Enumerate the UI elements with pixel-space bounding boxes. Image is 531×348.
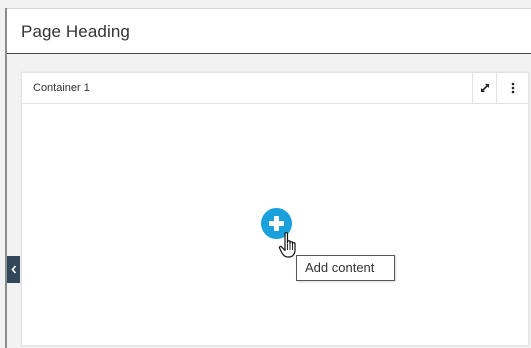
plus-circle-icon: [269, 216, 284, 231]
add-content-button[interactable]: [261, 208, 292, 239]
app-frame: Page Heading Container 1 Add content: [0, 0, 531, 348]
chevron-left-icon: [10, 265, 16, 274]
expand-arrows-icon: [480, 84, 489, 92]
vertical-ellipsis-icon: [511, 82, 514, 94]
page-header: Page Heading: [7, 8, 531, 54]
sidebar-toggle-button[interactable]: [7, 256, 20, 283]
container-header: Container 1: [22, 73, 528, 104]
frame-left-border: [5, 8, 7, 348]
page-title: Page Heading: [21, 22, 130, 41]
more-options-button[interactable]: [496, 73, 528, 103]
expand-button[interactable]: [472, 73, 496, 103]
add-content-tooltip: Add content: [296, 255, 395, 281]
container-title: Container 1: [33, 82, 90, 94]
